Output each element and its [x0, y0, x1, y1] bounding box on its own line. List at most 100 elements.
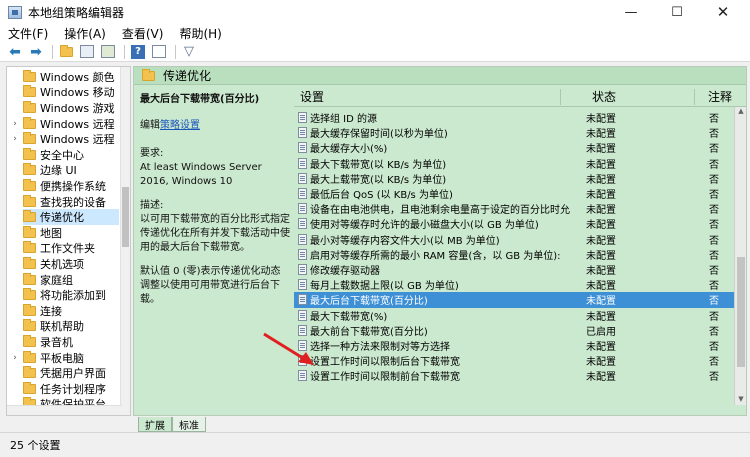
tree-item[interactable]: 凭据用户界面: [23, 365, 119, 381]
toolbar-separator: [52, 44, 53, 59]
setting-row[interactable]: 选择组 ID 的源 未配置 否: [294, 110, 734, 125]
column-setting[interactable]: 设置: [300, 88, 324, 105]
tree-item[interactable]: 查找我的设备: [23, 194, 119, 210]
setting-row[interactable]: 最大后台下载带宽(百分比) 未配置 否: [294, 292, 734, 308]
main-area: Windows 颜色 Windows 移动 Windows 游戏 › Windows 远…: [6, 66, 747, 432]
setting-name: 选择一种方法来限制对等方选择: [310, 342, 450, 354]
setting-row[interactable]: 最大前台下载带宽(百分比) 已启用 否: [294, 323, 734, 338]
maximize-button[interactable]: ☐: [654, 0, 700, 24]
tab-extended[interactable]: 扩展: [138, 417, 172, 432]
tab-standard[interactable]: 标准: [172, 417, 206, 432]
tree-item[interactable]: Windows 游戏: [23, 100, 119, 116]
setting-name: 设备在由电池供电，且电池剩余电量高于设定的百分比时允: [310, 205, 570, 217]
properties-icon[interactable]: [150, 44, 168, 60]
setting-row[interactable]: 最大下载带宽(%) 未配置 否: [294, 308, 734, 323]
edit-policy-link[interactable]: 策略设置: [160, 120, 200, 131]
policy-setting-icon: [298, 172, 307, 184]
expand-chevron-icon[interactable]: ›: [9, 119, 21, 129]
folder-icon: [23, 100, 36, 113]
back-arrow-icon[interactable]: ⬅: [6, 44, 24, 60]
setting-note: 否: [709, 144, 719, 156]
details-pane: 传递优化 最大后台下载带宽(百分比) 编辑策略设置 要求: At least W…: [133, 66, 747, 432]
menu-file[interactable]: 文件(F): [0, 25, 56, 42]
policy-setting-icon: [298, 112, 307, 123]
setting-note: 否: [709, 311, 719, 323]
setting-row[interactable]: 最大下载带宽(以 KB/s 为单位) 未配置 否: [294, 156, 734, 171]
tree-item[interactable]: 将功能添加到: [23, 287, 119, 303]
tree-item[interactable]: 边缘 UI: [23, 163, 119, 179]
setting-row[interactable]: 每月上载数据上限(以 GB 为单位) 未配置 否: [294, 277, 734, 292]
tree-item[interactable]: › 平板电脑: [13, 350, 119, 366]
folder-icon: [23, 210, 36, 223]
setting-row[interactable]: 最大缓存保留时间(以秒为单位) 未配置 否: [294, 125, 734, 140]
setting-state: 未配置: [586, 190, 616, 202]
setting-state: 未配置: [586, 174, 616, 186]
tree-item[interactable]: 便携操作系统: [23, 178, 119, 194]
folder-icon: [23, 225, 36, 238]
menu-view[interactable]: 查看(V): [114, 25, 172, 42]
folder-icon: [23, 334, 36, 347]
tree-scrollbar[interactable]: [120, 67, 130, 415]
setting-row[interactable]: 设置工作时间以限制前台下载带宽 未配置 否: [294, 368, 734, 383]
expand-chevron-icon[interactable]: ›: [9, 353, 21, 363]
minimize-button[interactable]: —: [608, 0, 654, 24]
export-icon[interactable]: [99, 44, 117, 60]
tree-item[interactable]: 家庭组: [23, 272, 119, 288]
setting-row[interactable]: 选择一种方法来限制对等方选择 未配置 否: [294, 338, 734, 353]
settings-list[interactable]: 设置 状态 注释 选择组 ID 的源 未配置否最大缓存保留时间(以秒为单位) 未配置…: [294, 87, 746, 405]
setting-row[interactable]: 最大上载带宽(以 KB/s 为单位) 未配置 否: [294, 171, 734, 186]
tree-item[interactable]: 任务计划程序: [23, 381, 119, 397]
tree-item[interactable]: Windows 颜色: [23, 69, 119, 85]
setting-row[interactable]: 最小对等缓存内容文件大小(以 MB 为单位) 未配置 否: [294, 232, 734, 247]
policy-setting-icon: [298, 370, 307, 382]
setting-note: 否: [709, 357, 719, 369]
tree-item[interactable]: › Windows 远程: [13, 116, 119, 132]
tree-item-label: Windows 远程: [40, 117, 115, 131]
tree-item[interactable]: › Windows 远程: [13, 131, 119, 147]
setting-row[interactable]: 设置工作时间以限制后台下载带宽 未配置 否: [294, 353, 734, 368]
forward-arrow-icon[interactable]: ➡: [27, 44, 45, 60]
tree-item-label: 任务计划程序: [40, 382, 106, 396]
tree-item[interactable]: 连接: [23, 303, 119, 319]
setting-row[interactable]: 修改缓存驱动器 未配置 否: [294, 262, 734, 277]
tree-item[interactable]: 工作文件夹: [23, 241, 119, 257]
folder-icon: [23, 241, 36, 254]
close-button[interactable]: ✕: [700, 0, 746, 24]
setting-row[interactable]: 最低后台 QoS (以 KB/s 为单位) 未配置 否: [294, 186, 734, 201]
folder-icon: [23, 194, 36, 207]
setting-name: 最大上载带宽(以 KB/s 为单位): [310, 174, 447, 186]
column-note[interactable]: 注释: [708, 88, 732, 105]
list-scrollbar[interactable]: ▲ ▼: [734, 107, 746, 405]
setting-row[interactable]: 最大缓存大小(%) 未配置 否: [294, 140, 734, 155]
tree-item[interactable]: 关机选项: [23, 256, 119, 272]
navigation-tree[interactable]: Windows 颜色 Windows 移动 Windows 游戏 › Windows 远…: [6, 66, 131, 416]
view-tabs: 扩展 标准: [138, 416, 206, 432]
setting-state: 未配置: [586, 266, 616, 278]
folder-up-icon[interactable]: [57, 44, 75, 60]
folder-icon: [23, 381, 36, 394]
tree-item[interactable]: Windows 移动: [23, 85, 119, 101]
tree-item[interactable]: 地图: [23, 225, 119, 241]
help-icon[interactable]: ?: [129, 44, 147, 60]
tree-horizontal-scrollbar[interactable]: [7, 405, 122, 415]
show-hide-tree-icon[interactable]: [78, 44, 96, 60]
tree-item[interactable]: 联机帮助: [23, 319, 119, 335]
setting-row[interactable]: 使用对等缓存时允许的最小磁盘大小(以 GB 为单位) 未配置 否: [294, 216, 734, 231]
setting-row[interactable]: 设备在由电池供电，且电池剩余电量高于设定的百分比时允 未配置 否: [294, 201, 734, 216]
setting-note: 否: [709, 342, 719, 354]
setting-row[interactable]: 启用对等缓存所需的最小 RAM 容量(含，以 GB 为单位): 未配置 否: [294, 247, 734, 262]
description-text: 以可用下载带宽的百分比形式指定传递优化在所有并发下载活动中使用的最大后台下载带宽…: [140, 214, 290, 253]
tree-item[interactable]: 传递优化: [23, 209, 119, 225]
setting-state: 未配置: [586, 296, 616, 308]
menu-help[interactable]: 帮助(H): [171, 25, 229, 42]
requirements: 要求: At least Windows Server 2016, Window…: [140, 147, 290, 189]
column-state[interactable]: 状态: [592, 88, 616, 105]
description-block: 描述: 以可用下载带宽的百分比形式指定传递优化在所有并发下载活动中使用的最大后台…: [140, 199, 290, 255]
menu-action[interactable]: 操作(A): [56, 25, 114, 42]
tree-item[interactable]: 录音机: [23, 334, 119, 350]
filter-icon[interactable]: ▽: [180, 44, 198, 60]
setting-state: 未配置: [586, 220, 616, 232]
setting-state: 未配置: [586, 129, 616, 141]
expand-chevron-icon[interactable]: ›: [9, 134, 21, 144]
tree-item[interactable]: 安全中心: [23, 147, 119, 163]
